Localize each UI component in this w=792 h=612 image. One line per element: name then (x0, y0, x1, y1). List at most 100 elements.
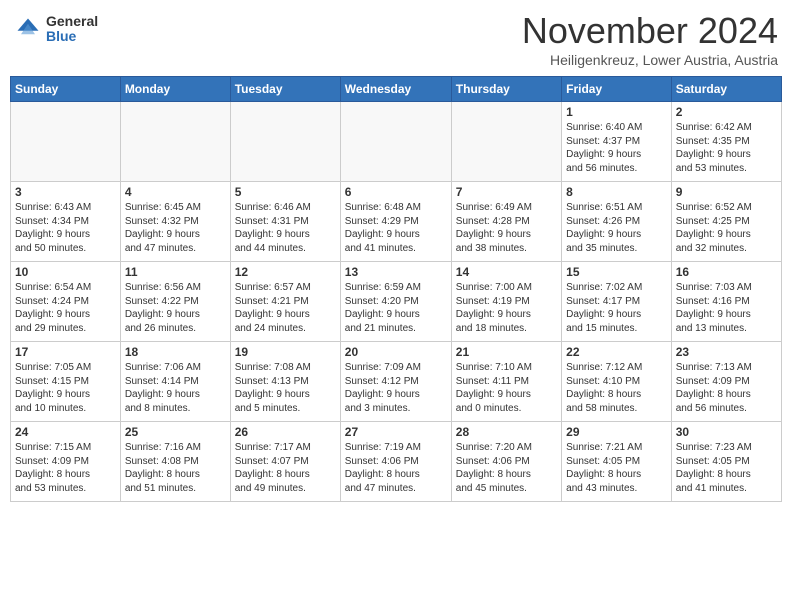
week-row-2: 3 Sunrise: 6:43 AM Sunset: 4:34 PM Daylig… (11, 182, 782, 262)
day-number: 23 (676, 345, 777, 359)
day-cell: 2Sunrise: 6:42 AM Sunset: 4:35 PM Daylig… (671, 102, 781, 182)
day-info: Sunrise: 6:59 AM Sunset: 4:20 PM Dayligh… (345, 281, 447, 335)
day-cell (451, 102, 561, 182)
day-info: Sunrise: 6:57 AM Sunset: 4:21 PM Dayligh… (235, 281, 336, 335)
page-header: General Blue November 2024 Heiligenkreuz… (10, 10, 782, 68)
logo-text: General Blue (46, 14, 98, 45)
day-number: 15 (566, 265, 667, 279)
day-info: Sunrise: 7:17 AM Sunset: 4:07 PM Dayligh… (235, 441, 336, 495)
weekday-header-thursday: Thursday (451, 77, 561, 102)
title-block: November 2024 Heiligenkreuz, Lower Austr… (522, 10, 778, 68)
day-number: 8 (566, 185, 667, 199)
day-info: Sunrise: 6:49 AM Sunset: 4:28 PM Dayligh… (456, 201, 557, 255)
day-number: 3 (15, 185, 116, 199)
day-number: 11 (125, 265, 226, 279)
day-number: 25 (125, 425, 226, 439)
day-cell (11, 102, 121, 182)
day-number: 2 (676, 105, 777, 119)
week-row-4: 17 Sunrise: 7:05 AM Sunset: 4:15 PM Dayli… (11, 342, 782, 422)
day-cell: 3 Sunrise: 6:43 AM Sunset: 4:34 PM Daylig… (11, 182, 121, 262)
day-info: Sunrise: 6:46 AM Sunset: 4:31 PM Dayligh… (235, 201, 336, 255)
day-info: Sunrise: 7:15 AM Sunset: 4:09 PM Dayligh… (15, 441, 116, 495)
weekday-header-row: SundayMondayTuesdayWednesdayThursdayFrid… (11, 77, 782, 102)
day-cell (340, 102, 451, 182)
day-info: Sunrise: 6:54 AM Sunset: 4:24 PM Dayligh… (15, 281, 116, 335)
day-info: Sunrise: 7:06 AM Sunset: 4:14 PM Dayligh… (125, 361, 226, 415)
day-cell: 21 Sunrise: 7:10 AM Sunset: 4:11 PM Dayli… (451, 342, 561, 422)
day-info: Sunrise: 7:05 AM Sunset: 4:15 PM Dayligh… (15, 361, 116, 415)
day-info: Sunrise: 7:16 AM Sunset: 4:08 PM Dayligh… (125, 441, 226, 495)
day-number: 21 (456, 345, 557, 359)
day-number: 6 (345, 185, 447, 199)
day-cell (120, 102, 230, 182)
day-cell: 15 Sunrise: 7:02 AM Sunset: 4:17 PM Dayli… (562, 262, 672, 342)
logo: General Blue (14, 14, 98, 45)
day-info: Sunrise: 7:08 AM Sunset: 4:13 PM Dayligh… (235, 361, 336, 415)
day-cell: 18 Sunrise: 7:06 AM Sunset: 4:14 PM Dayli… (120, 342, 230, 422)
day-cell: 22 Sunrise: 7:12 AM Sunset: 4:10 PM Dayli… (562, 342, 672, 422)
day-info: Sunrise: 7:00 AM Sunset: 4:19 PM Dayligh… (456, 281, 557, 335)
day-cell: 8Sunrise: 6:51 AM Sunset: 4:26 PM Daylig… (562, 182, 672, 262)
week-row-1: 1 Sunrise: 6:40 AM Sunset: 4:37 PM Daylig… (11, 102, 782, 182)
day-cell: 9 Sunrise: 6:52 AM Sunset: 4:25 PM Daylig… (671, 182, 781, 262)
day-number: 26 (235, 425, 336, 439)
day-number: 4 (125, 185, 226, 199)
day-number: 1 (566, 105, 667, 119)
day-info: Sunrise: 6:43 AM Sunset: 4:34 PM Dayligh… (15, 201, 116, 255)
day-number: 29 (566, 425, 667, 439)
day-number: 22 (566, 345, 667, 359)
day-cell: 7Sunrise: 6:49 AM Sunset: 4:28 PM Daylig… (451, 182, 561, 262)
week-row-5: 24 Sunrise: 7:15 AM Sunset: 4:09 PM Dayli… (11, 422, 782, 502)
day-cell: 24 Sunrise: 7:15 AM Sunset: 4:09 PM Dayli… (11, 422, 121, 502)
weekday-header-friday: Friday (562, 77, 672, 102)
day-cell: 4 Sunrise: 6:45 AM Sunset: 4:32 PM Daylig… (120, 182, 230, 262)
day-info: Sunrise: 7:09 AM Sunset: 4:12 PM Dayligh… (345, 361, 447, 415)
weekday-header-tuesday: Tuesday (230, 77, 340, 102)
day-cell (230, 102, 340, 182)
weekday-header-sunday: Sunday (11, 77, 121, 102)
day-cell: 16Sunrise: 7:03 AM Sunset: 4:16 PM Dayli… (671, 262, 781, 342)
day-info: Sunrise: 6:52 AM Sunset: 4:25 PM Dayligh… (676, 201, 777, 255)
day-number: 17 (15, 345, 116, 359)
calendar-table: SundayMondayTuesdayWednesdayThursdayFrid… (10, 76, 782, 502)
day-number: 5 (235, 185, 336, 199)
weekday-header-monday: Monday (120, 77, 230, 102)
day-info: Sunrise: 6:40 AM Sunset: 4:37 PM Dayligh… (566, 121, 667, 175)
logo-general: General (46, 14, 98, 29)
day-cell: 27 Sunrise: 7:19 AM Sunset: 4:06 PM Dayli… (340, 422, 451, 502)
logo-icon (14, 15, 42, 43)
logo-blue: Blue (46, 29, 98, 44)
day-cell: 17 Sunrise: 7:05 AM Sunset: 4:15 PM Dayli… (11, 342, 121, 422)
day-number: 24 (15, 425, 116, 439)
day-cell: 30Sunrise: 7:23 AM Sunset: 4:05 PM Dayli… (671, 422, 781, 502)
day-number: 13 (345, 265, 447, 279)
day-cell: 26 Sunrise: 7:17 AM Sunset: 4:07 PM Dayli… (230, 422, 340, 502)
day-number: 18 (125, 345, 226, 359)
day-number: 27 (345, 425, 447, 439)
day-number: 14 (456, 265, 557, 279)
day-number: 16 (676, 265, 777, 279)
day-info: Sunrise: 7:19 AM Sunset: 4:06 PM Dayligh… (345, 441, 447, 495)
day-number: 28 (456, 425, 557, 439)
day-info: Sunrise: 6:45 AM Sunset: 4:32 PM Dayligh… (125, 201, 226, 255)
day-cell: 19 Sunrise: 7:08 AM Sunset: 4:13 PM Dayli… (230, 342, 340, 422)
month-title: November 2024 (522, 10, 778, 52)
day-info: Sunrise: 7:12 AM Sunset: 4:10 PM Dayligh… (566, 361, 667, 415)
day-cell: 14 Sunrise: 7:00 AM Sunset: 4:19 PM Dayli… (451, 262, 561, 342)
day-info: Sunrise: 7:10 AM Sunset: 4:11 PM Dayligh… (456, 361, 557, 415)
day-number: 30 (676, 425, 777, 439)
day-info: Sunrise: 7:21 AM Sunset: 4:05 PM Dayligh… (566, 441, 667, 495)
day-number: 19 (235, 345, 336, 359)
day-cell: 1 Sunrise: 6:40 AM Sunset: 4:37 PM Daylig… (562, 102, 672, 182)
day-number: 12 (235, 265, 336, 279)
day-cell: 28 Sunrise: 7:20 AM Sunset: 4:06 PM Dayli… (451, 422, 561, 502)
day-info: Sunrise: 6:56 AM Sunset: 4:22 PM Dayligh… (125, 281, 226, 335)
weekday-header-wednesday: Wednesday (340, 77, 451, 102)
day-cell: 6Sunrise: 6:48 AM Sunset: 4:29 PM Daylig… (340, 182, 451, 262)
day-info: Sunrise: 7:02 AM Sunset: 4:17 PM Dayligh… (566, 281, 667, 335)
day-cell: 10Sunrise: 6:54 AM Sunset: 4:24 PM Dayli… (11, 262, 121, 342)
day-number: 9 (676, 185, 777, 199)
day-cell: 5 Sunrise: 6:46 AM Sunset: 4:31 PM Daylig… (230, 182, 340, 262)
day-info: Sunrise: 7:20 AM Sunset: 4:06 PM Dayligh… (456, 441, 557, 495)
day-cell: 23Sunrise: 7:13 AM Sunset: 4:09 PM Dayli… (671, 342, 781, 422)
